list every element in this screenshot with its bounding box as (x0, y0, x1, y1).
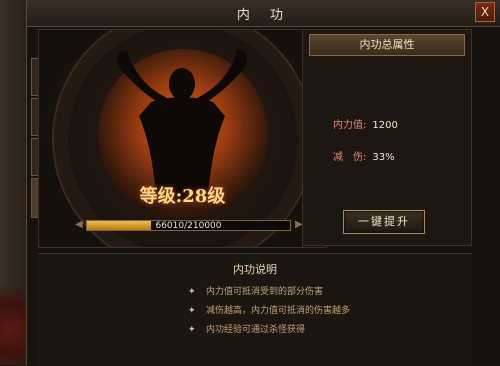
close-button[interactable]: X (475, 2, 495, 22)
description-title: 内功说明 (233, 263, 277, 276)
description-text: 内力值可抵消受到的部分伤害 (206, 287, 324, 297)
title-bar: 内 功 X (27, 0, 500, 27)
one-click-upgrade-button[interactable]: 一键提升 (343, 210, 425, 234)
bar-cap-left-icon: ◀ (75, 219, 83, 230)
level-text: 等级:28级 (139, 186, 226, 207)
portrait-area: 等级:28级 ◀ 66010/210000 ▶ (38, 29, 327, 248)
neigong-value: 1200 (372, 120, 398, 131)
exp-bar: 66010/210000 (86, 220, 291, 231)
window-title: 内 功 (236, 8, 292, 23)
attribute-panel: 内功总属性 内力值: 1200 减 伤: 33% 一键提升 (302, 29, 472, 246)
bullet-icon: ✦ (188, 306, 196, 316)
neigong-value-row: 内力值: 1200 (333, 116, 398, 131)
attribute-header: 内功总属性 (309, 34, 465, 56)
reduce-value: 33% (372, 152, 395, 163)
exp-text: 66010/210000 (155, 221, 222, 231)
reduce-label: 减 伤: (333, 152, 367, 163)
description-text: 减伤越高，内力值可抵消的伤害越多 (206, 306, 351, 316)
description-panel: 内功说明 ✦ 内力值可抵消受到的部分伤害 ✦ 减伤越高，内力值可抵消的伤害越多 ✦ 内… (38, 253, 472, 366)
bullet-icon: ✦ (188, 325, 196, 335)
warrior-silhouette (117, 50, 247, 200)
reduce-row: 减 伤: 33% (333, 148, 395, 163)
bullet-icon: ✦ (188, 287, 196, 297)
neigong-label: 内力值: (333, 120, 367, 131)
description-line: ✦ 减伤越高，内力值可抵消的伤害越多 (188, 303, 350, 316)
description-line: ✦ 内功经验可通过杀怪获得 (188, 322, 305, 335)
description-line: ✦ 内力值可抵消受到的部分伤害 (188, 284, 323, 297)
description-text: 内功经验可通过杀怪获得 (206, 325, 306, 335)
